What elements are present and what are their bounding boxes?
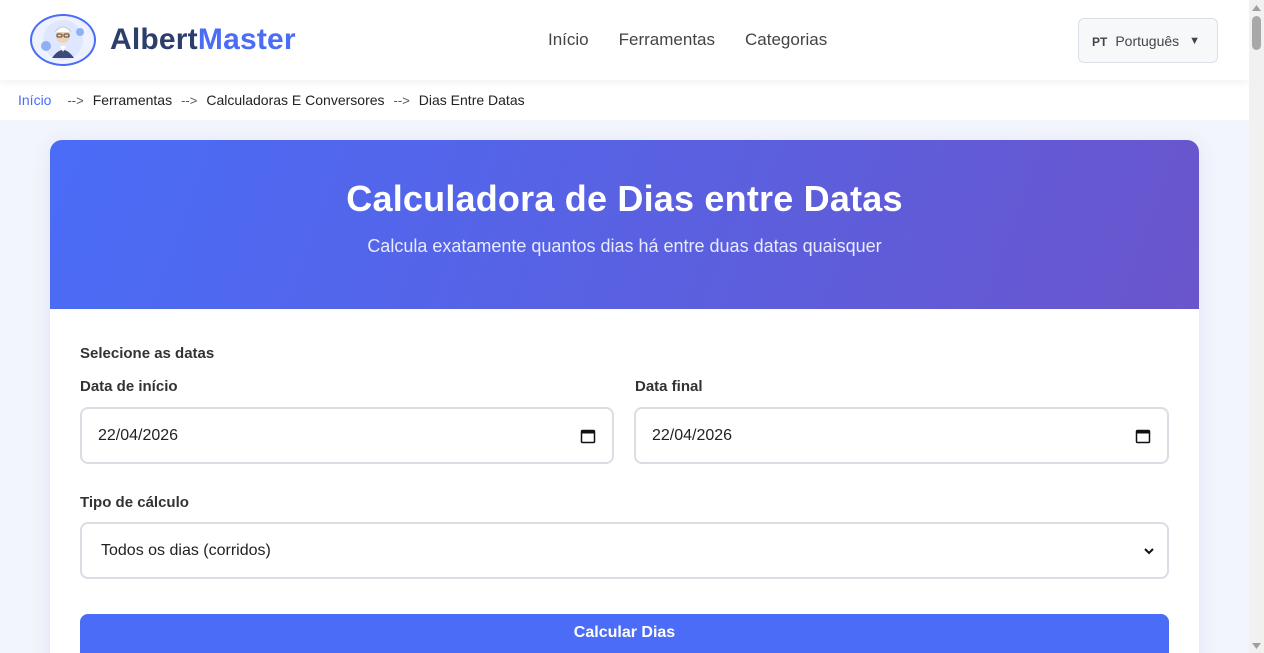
main-nav: Início Ferramentas Categorias (548, 30, 857, 50)
scroll-thumb[interactable] (1252, 16, 1261, 50)
breadcrumb-link-inicio[interactable]: Início (18, 92, 51, 108)
breadcrumb-separator: --> (181, 92, 198, 108)
calc-type-label: Tipo de cálculo (80, 494, 189, 511)
page-scrollbar[interactable] (1249, 0, 1264, 653)
breadcrumb-separator: --> (67, 92, 84, 108)
language-label: Português (1115, 32, 1180, 49)
calc-type-select[interactable]: Todos os dias (corridos) (80, 522, 1169, 579)
chevron-down-icon (1144, 547, 1154, 554)
page-subtitle: Calcula exatamente quantos dias há entre… (367, 236, 882, 256)
nav-link-ferramentas[interactable]: Ferramentas (619, 30, 715, 50)
breadcrumb-item-calculadoras[interactable]: Calculadoras E Conversores (206, 92, 384, 108)
logo-text-part2: Master (197, 23, 296, 56)
calculator-hero: Calculadora de Dias entre Datas Calcula … (50, 140, 1199, 309)
logo-text-part1: Albert (110, 23, 198, 56)
calculator-form: Selecione as datas Data de início 22/04/… (50, 309, 1199, 653)
logo-mascot-icon (30, 14, 96, 66)
language-selector[interactable]: PT Português ▼ (1078, 18, 1218, 63)
calendar-icon[interactable] (1135, 428, 1151, 444)
scroll-down-arrow-icon[interactable] (1249, 638, 1264, 653)
end-date-value: 22/04/2026 (652, 426, 733, 444)
calculate-button[interactable]: Calcular Dias (80, 614, 1169, 653)
section-label: Selecione as datas (80, 345, 215, 362)
start-date-label: Data de início (80, 378, 178, 395)
start-date-value: 22/04/2026 (98, 426, 179, 444)
logo-text: AlbertMaster (110, 23, 296, 57)
breadcrumb: Início --> Ferramentas --> Calculadoras … (0, 80, 1249, 120)
site-header: AlbertMaster Início Ferramentas Categori… (0, 0, 1249, 80)
breadcrumb-item-ferramentas[interactable]: Ferramentas (93, 92, 172, 108)
caret-down-icon: ▼ (1189, 34, 1201, 47)
scroll-up-arrow-icon[interactable] (1249, 0, 1264, 15)
logo-link[interactable]: AlbertMaster (30, 14, 296, 66)
page-title: Calculadora de Dias entre Datas (346, 178, 903, 219)
end-date-input[interactable]: 22/04/2026 (634, 407, 1169, 464)
calc-type-value: Todos os dias (corridos) (101, 541, 271, 559)
breadcrumb-item-current: Dias Entre Datas (418, 92, 525, 108)
nav-link-inicio[interactable]: Início (548, 30, 589, 50)
calendar-icon[interactable] (580, 428, 596, 444)
end-date-label: Data final (635, 378, 703, 395)
breadcrumb-separator: --> (393, 92, 410, 108)
page: AlbertMaster Início Ferramentas Categori… (0, 0, 1249, 653)
nav-link-categorias[interactable]: Categorias (745, 30, 827, 50)
start-date-input[interactable]: 22/04/2026 (80, 407, 614, 464)
calculator-card: Calculadora de Dias entre Datas Calcula … (50, 140, 1199, 653)
language-code: PT (1092, 34, 1108, 49)
